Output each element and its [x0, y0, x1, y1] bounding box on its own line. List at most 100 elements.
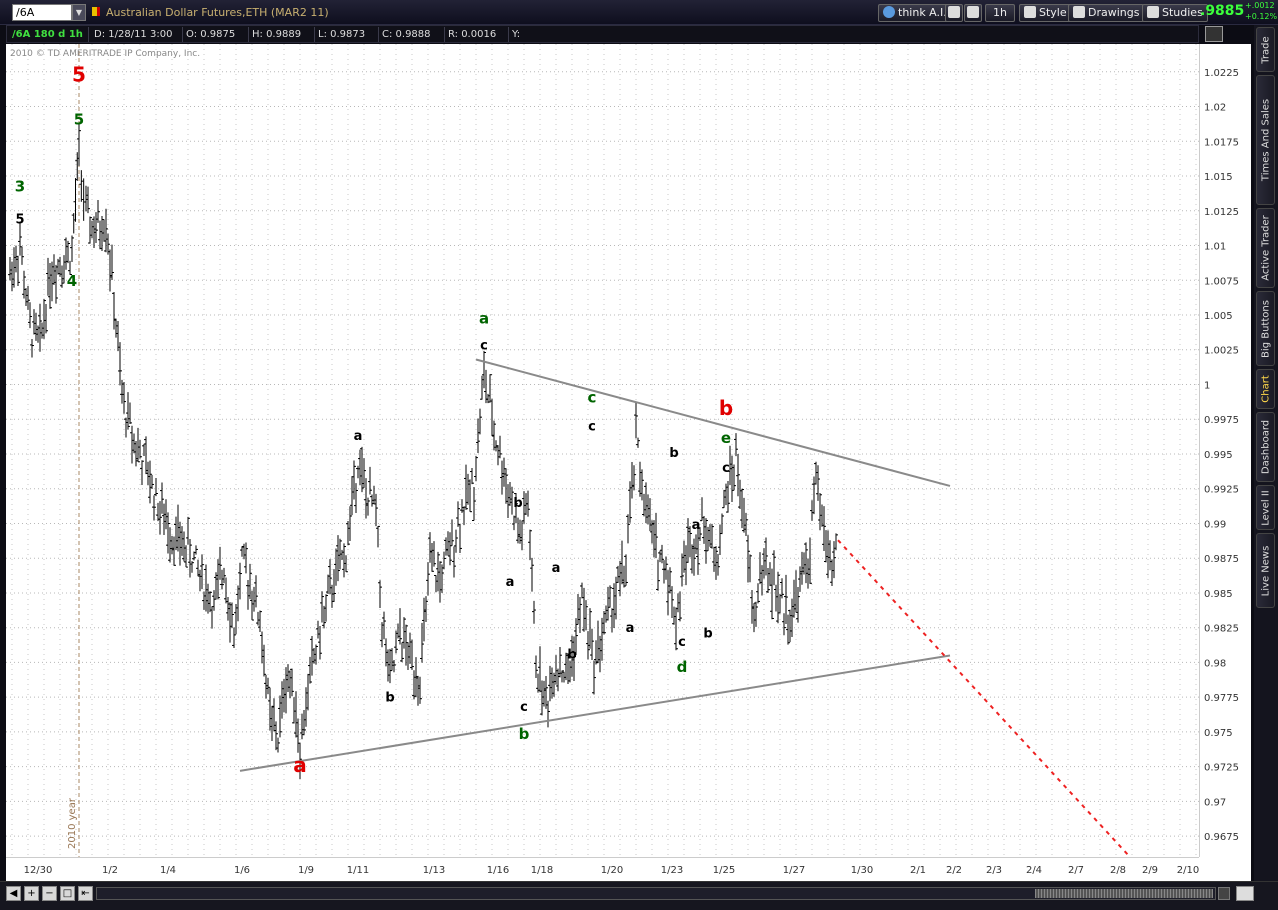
drawings-label: Drawings	[1088, 6, 1140, 19]
side-tab-active-trader[interactable]: Active Trader	[1256, 208, 1275, 288]
wave-label: b	[719, 396, 733, 420]
date-tick-label: 2/7	[1068, 865, 1084, 876]
crosshair-icon	[948, 6, 960, 18]
wave-label: b	[385, 690, 394, 705]
style-label: Style	[1039, 6, 1067, 19]
projection-line	[837, 539, 1131, 858]
wave-label: a	[506, 575, 515, 590]
date-tick-label: 2/2	[946, 865, 962, 876]
price-axis[interactable]: 1.0225 1.02 1.0175 1.015 1.0125 1.01 1.0075 1.0…	[1199, 44, 1251, 857]
date-tick-label: 1/16	[487, 865, 509, 876]
scroll-left-button[interactable]: ◀	[6, 886, 21, 901]
price-tick-label: 0.9975	[1204, 415, 1239, 426]
year-divider-label: 2010 year	[67, 797, 78, 849]
chart-settings-icon[interactable]	[1205, 26, 1223, 42]
scrollbar-thumb[interactable]	[1035, 889, 1213, 898]
style-icon	[1024, 6, 1036, 18]
zoom-in-button[interactable]: +	[24, 886, 39, 901]
zoom-out-button[interactable]: −	[42, 886, 57, 901]
info-open: O: 0.9875	[183, 27, 249, 42]
price-tick-label: 0.98	[1204, 658, 1226, 669]
side-tab-trade[interactable]: Trade	[1256, 27, 1275, 72]
tools-button[interactable]	[945, 4, 963, 22]
think-ai-button[interactable]: think A.I.	[878, 4, 952, 22]
link-button[interactable]	[964, 4, 982, 22]
wave-label: a	[626, 621, 635, 636]
price-tick-label: 0.9925	[1204, 485, 1239, 496]
info-symbol: /6A 180 d 1h	[9, 27, 89, 42]
time-axis[interactable]: 12/30 1/2 1/4 1/6 1/9 1/11 1/13 1/16 1/18 1/20 1/2…	[6, 857, 1199, 881]
price-tick-label: 1.0175	[1204, 137, 1239, 148]
zoom-fit-button[interactable]: □	[60, 886, 75, 901]
price-tick-label: 1.005	[1204, 311, 1233, 322]
price-tick-label: 1.0125	[1204, 207, 1239, 218]
chart-canvas[interactable]: 2010 year55354aabacbaabcbccabdcabbec	[6, 44, 1199, 858]
wave-label: 5	[74, 111, 84, 129]
price-tick-label: 0.9725	[1204, 763, 1239, 774]
axis-corner	[1199, 857, 1251, 881]
price-tick-label: 0.995	[1204, 450, 1233, 461]
wave-label: 5	[15, 212, 24, 227]
date-tick-label: 1/6	[234, 865, 250, 876]
date-tick-label: 1/25	[713, 865, 735, 876]
wave-label: c	[588, 389, 597, 407]
price-chart[interactable]: 2010 year 5 5 3 5 4 a a b a c b a a b c b c c a b d c a b b e c	[6, 44, 1199, 858]
date-tick-label: 1/20	[601, 865, 623, 876]
price-tick-label: 1.02	[1204, 103, 1226, 114]
wave-label: c	[722, 461, 730, 476]
side-tab-level-ii[interactable]: Level II	[1256, 485, 1275, 530]
info-high: H: 0.9889	[249, 27, 315, 42]
scroll-right-button[interactable]	[1218, 887, 1230, 900]
date-tick-label: 12/30	[24, 865, 53, 876]
date-tick-label: 1/11	[347, 865, 369, 876]
wave-label: c	[520, 700, 528, 715]
chart-grid	[6, 44, 1199, 857]
side-tab-label: Active Trader	[1260, 215, 1271, 281]
side-tab-label: Chart	[1260, 375, 1271, 403]
wave-label: b	[703, 626, 712, 641]
side-tab-big-buttons[interactable]: Big Buttons	[1256, 291, 1275, 366]
date-tick-label: 2/1	[910, 865, 926, 876]
price-tick-label: 0.9825	[1204, 624, 1239, 635]
pencil-icon	[1073, 6, 1085, 18]
side-tab-chart[interactable]: Chart	[1256, 369, 1275, 409]
scroll-start-button[interactable]: ⇤	[78, 886, 93, 901]
flag-icon[interactable]	[92, 7, 100, 16]
bottom-scroll-bar: ◀ + − □ ⇤	[0, 881, 1278, 910]
last-price: .9885	[1200, 3, 1245, 19]
date-tick-label: 1/2	[102, 865, 118, 876]
change-absolute: +.0012	[1245, 1, 1275, 10]
timeframe-button[interactable]: 1h	[985, 4, 1015, 22]
side-tab-label: Live News	[1260, 545, 1271, 596]
symbol-dropdown-button[interactable]: ▼	[72, 4, 86, 21]
drawings-button[interactable]: Drawings	[1068, 4, 1145, 22]
info-low: L: 0.9873	[315, 27, 379, 42]
time-scrollbar[interactable]	[96, 887, 1216, 900]
price-tick-label: 0.9675	[1204, 832, 1239, 843]
price-tick-label: 0.975	[1204, 728, 1233, 739]
info-y: Y:	[512, 29, 521, 40]
time-axis-canvas: 12/30 1/2 1/4 1/6 1/9 1/11 1/13 1/16 1/18 1/20 1/2…	[24, 865, 1200, 876]
side-tab-times-and-sales[interactable]: Times And Sales	[1256, 75, 1275, 205]
price-tick-label: 1	[1204, 380, 1210, 391]
upper-trendline	[475, 358, 951, 487]
price-tick-label: 0.985	[1204, 589, 1233, 600]
wave-label: 3	[15, 177, 25, 195]
wave-label: a	[692, 518, 701, 533]
side-tab-dashboard[interactable]: Dashboard	[1256, 412, 1275, 482]
expand-button[interactable]	[1236, 886, 1254, 901]
price-tick-label: 1.0025	[1204, 346, 1239, 357]
wave-label: c	[480, 339, 488, 354]
info-date: D: 1/28/11 3:00 PM	[91, 27, 183, 55]
side-tab-live-news[interactable]: Live News	[1256, 533, 1275, 608]
symbol-input[interactable]: /6A	[12, 4, 72, 21]
wave-label: e	[721, 429, 731, 447]
studies-button[interactable]: Studies	[1142, 4, 1208, 22]
date-tick-label: 2/8	[1110, 865, 1126, 876]
copyright-text: 2010 © TD AMERITRADE IP Company, Inc.	[10, 49, 201, 59]
studies-label: Studies	[1162, 6, 1203, 19]
price-tick-label: 0.99	[1204, 519, 1226, 530]
side-tab-label: Times And Sales	[1260, 98, 1271, 182]
wave-label: a	[479, 309, 489, 327]
style-button[interactable]: Style	[1019, 4, 1072, 22]
